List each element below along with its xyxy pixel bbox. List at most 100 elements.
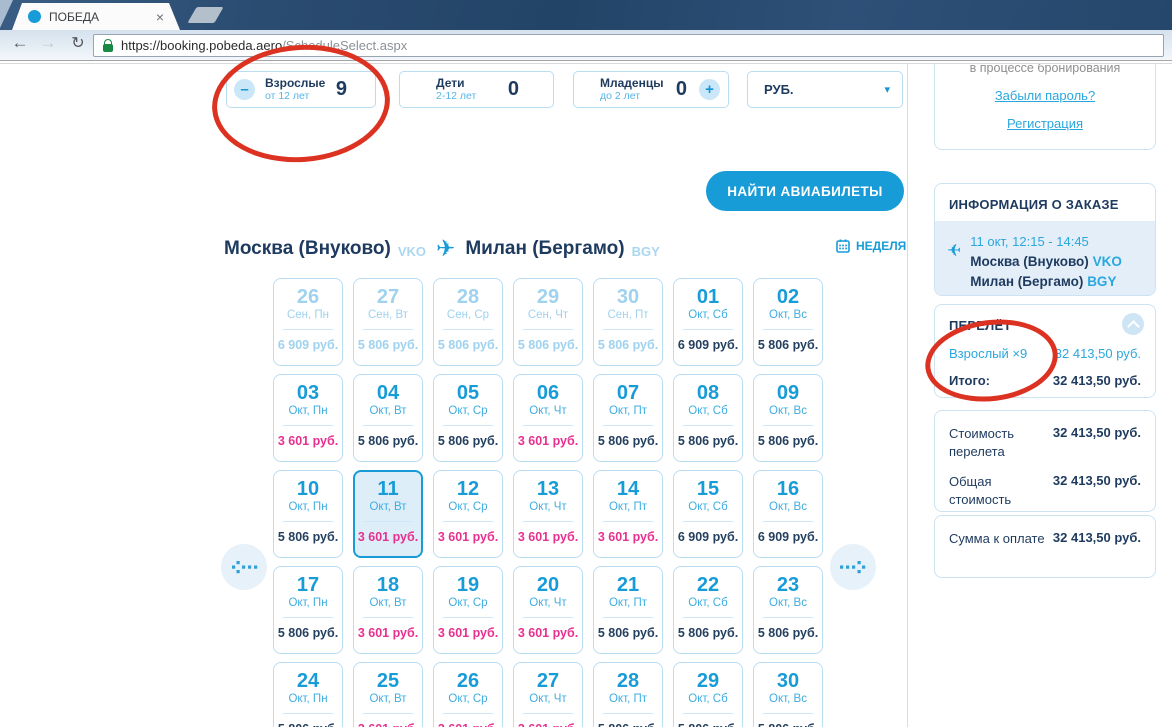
cell-divider (603, 617, 653, 618)
calendar-cell[interactable]: 17Окт, Пн5 806 руб. (273, 566, 343, 654)
close-tab-icon[interactable]: × (156, 10, 164, 24)
back-button[interactable]: ← (8, 33, 32, 53)
calendar-cell[interactable]: 10Окт, Пн5 806 руб. (273, 470, 343, 558)
cell-price: 5 806 руб. (754, 722, 822, 727)
browser-tab[interactable]: ПОБЕДА × (12, 3, 180, 30)
calendar-cell[interactable]: 19Окт, Ср3 601 руб. (433, 566, 503, 654)
reload-button[interactable]: ↻ (66, 33, 90, 53)
calendar-cell: 28Сен, Ср5 806 руб. (433, 278, 503, 366)
cell-price: 3 601 руб. (274, 434, 342, 448)
infants-selector[interactable]: Младенцы до 2 лет 0 + (573, 71, 729, 108)
content-divider (907, 64, 908, 727)
flight-time: 11 окт, 12:15 - 14:45 (970, 232, 1122, 252)
children-selector[interactable]: Дети 2-12 лет 0 (399, 71, 554, 108)
cell-date: 28 (434, 286, 502, 308)
cell-price: 5 806 руб. (674, 722, 742, 727)
cell-date: 27 (354, 286, 422, 308)
calendar-cell[interactable]: 07Окт, Пт5 806 руб. (593, 374, 663, 462)
calendar-cell[interactable]: 25Окт, Вт3 601 руб. (353, 662, 423, 727)
pobeda-favicon (28, 10, 41, 23)
calendar-cell[interactable]: 29Окт, Сб5 806 руб. (673, 662, 743, 727)
forgot-password-link[interactable]: Забыли пароль? (935, 88, 1155, 103)
cell-price: 5 806 руб. (354, 338, 422, 352)
infants-count: 0 (676, 78, 687, 101)
calendar-cell[interactable]: 03Окт, Пн3 601 руб. (273, 374, 343, 462)
cell-day-label: Окт, Пт (594, 405, 662, 417)
calendar-cell[interactable]: 26Окт, Ср3 601 руб. (433, 662, 503, 727)
cell-divider (363, 713, 413, 714)
calendar-cell[interactable]: 15Окт, Сб6 909 руб. (673, 470, 743, 558)
calendar-cell[interactable]: 22Окт, Сб5 806 руб. (673, 566, 743, 654)
cell-divider (443, 329, 493, 330)
calendar-cell[interactable]: 11Окт, Вт3 601 руб. (353, 470, 423, 558)
cell-date: 11 (355, 478, 421, 500)
cell-day-label: Сен, Вт (354, 309, 422, 321)
calendar-cell[interactable]: 06Окт, Чт3 601 руб. (513, 374, 583, 462)
calendar-cell[interactable]: 04Окт, Вт5 806 руб. (353, 374, 423, 462)
cell-price: 5 806 руб. (274, 722, 342, 727)
calendar-cell[interactable]: 12Окт, Ср3 601 руб. (433, 470, 503, 558)
calendar-cell[interactable]: 01Окт, Сб6 909 руб. (673, 278, 743, 366)
flight-cost-label: Стоимость перелета (949, 425, 1049, 460)
cell-date: 12 (434, 478, 502, 500)
cell-divider (363, 329, 413, 330)
cell-day-label: Окт, Вт (354, 405, 422, 417)
order-flight-summary: ✈ 11 окт, 12:15 - 14:45 Москва (Внуково)… (935, 221, 1155, 296)
flight-from: Москва (Внуково) VKO (970, 252, 1122, 272)
cell-date: 25 (354, 670, 422, 692)
url-text: https://booking.pobeda.aero/ScheduleSele… (121, 38, 407, 53)
cell-price: 3 601 руб. (514, 530, 582, 544)
calendar-cell[interactable]: 27Окт, Чт3 601 руб. (513, 662, 583, 727)
cell-price: 6 909 руб. (674, 338, 742, 352)
scroll-right-button[interactable] (830, 544, 876, 590)
calendar-cell[interactable]: 05Окт, Ср5 806 руб. (433, 374, 503, 462)
calendar-cell[interactable]: 16Окт, Вс6 909 руб. (753, 470, 823, 558)
calendar-cell[interactable]: 23Окт, Вс5 806 руб. (753, 566, 823, 654)
week-view-link[interactable]: НЕДЕЛЯ (836, 239, 906, 253)
cell-price: 5 806 руб. (754, 338, 822, 352)
cell-date: 20 (514, 574, 582, 596)
cell-price: 3 601 руб. (434, 722, 502, 727)
calendar-cell[interactable]: 18Окт, Вт3 601 руб. (353, 566, 423, 654)
calendar-cell[interactable]: 30Окт, Вс5 806 руб. (753, 662, 823, 727)
registration-link[interactable]: Регистрация (935, 116, 1155, 131)
order-info-card: ИНФОРМАЦИЯ О ЗАКАЗЕ ✈ 11 окт, 12:15 - 14… (934, 183, 1156, 296)
calendar-cell[interactable]: 09Окт, Вс5 806 руб. (753, 374, 823, 462)
cell-day-label: Окт, Сб (674, 693, 742, 705)
cell-price: 6 909 руб. (674, 530, 742, 544)
passenger-price: 32 413,50 руб. (1055, 346, 1141, 361)
scroll-left-button[interactable] (221, 544, 267, 590)
cell-price: 3 601 руб. (434, 626, 502, 640)
address-bar[interactable]: https://booking.pobeda.aero/ScheduleSele… (93, 34, 1164, 57)
calendar-cell[interactable]: 02Окт, Вс5 806 руб. (753, 278, 823, 366)
screen: в процессе бронирования Забыли пароль? Р… (0, 0, 1172, 727)
route-to-code: BGY (632, 244, 660, 259)
week-label: НЕДЕЛЯ (856, 239, 906, 253)
collapse-chevron-up-icon[interactable] (1122, 313, 1144, 335)
calendar-cell[interactable]: 13Окт, Чт3 601 руб. (513, 470, 583, 558)
cell-day-label: Окт, Пт (594, 501, 662, 513)
calendar-cell[interactable]: 21Окт, Пт5 806 руб. (593, 566, 663, 654)
cell-divider (763, 713, 813, 714)
calendar-cell[interactable]: 14Окт, Пт3 601 руб. (593, 470, 663, 558)
calendar-cell[interactable]: 28Окт, Пт5 806 руб. (593, 662, 663, 727)
currency-dropdown[interactable]: РУБ. ▾ (747, 71, 903, 108)
cell-divider (363, 617, 413, 618)
calendar-cell[interactable]: 20Окт, Чт3 601 руб. (513, 566, 583, 654)
cell-day-label: Окт, Вс (754, 405, 822, 417)
calendar-cell: 27Сен, Вт 5 806 руб. (353, 278, 423, 366)
total-cost-label: Общая стоимость (949, 473, 1049, 508)
cell-divider (603, 425, 653, 426)
calendar-cell[interactable]: 08Окт, Сб5 806 руб. (673, 374, 743, 462)
minus-button[interactable]: – (234, 79, 255, 100)
cell-date: 18 (354, 574, 422, 596)
subtotal-value: 32 413,50 руб. (1053, 373, 1141, 388)
calendar-cell[interactable]: 24Окт, Пн5 806 руб. (273, 662, 343, 727)
cell-price: 3 601 руб. (434, 530, 502, 544)
plus-button[interactable]: + (699, 79, 720, 100)
cell-day-label: Окт, Сб (674, 405, 742, 417)
adults-selector[interactable]: – Взрослые от 12 лет 9 (226, 71, 376, 108)
cell-divider (523, 425, 573, 426)
flight-section-title: ПЕРЕЛЁТ (949, 318, 1141, 333)
find-tickets-button[interactable]: НАЙТИ АВИАБИЛЕТЫ (706, 171, 904, 211)
